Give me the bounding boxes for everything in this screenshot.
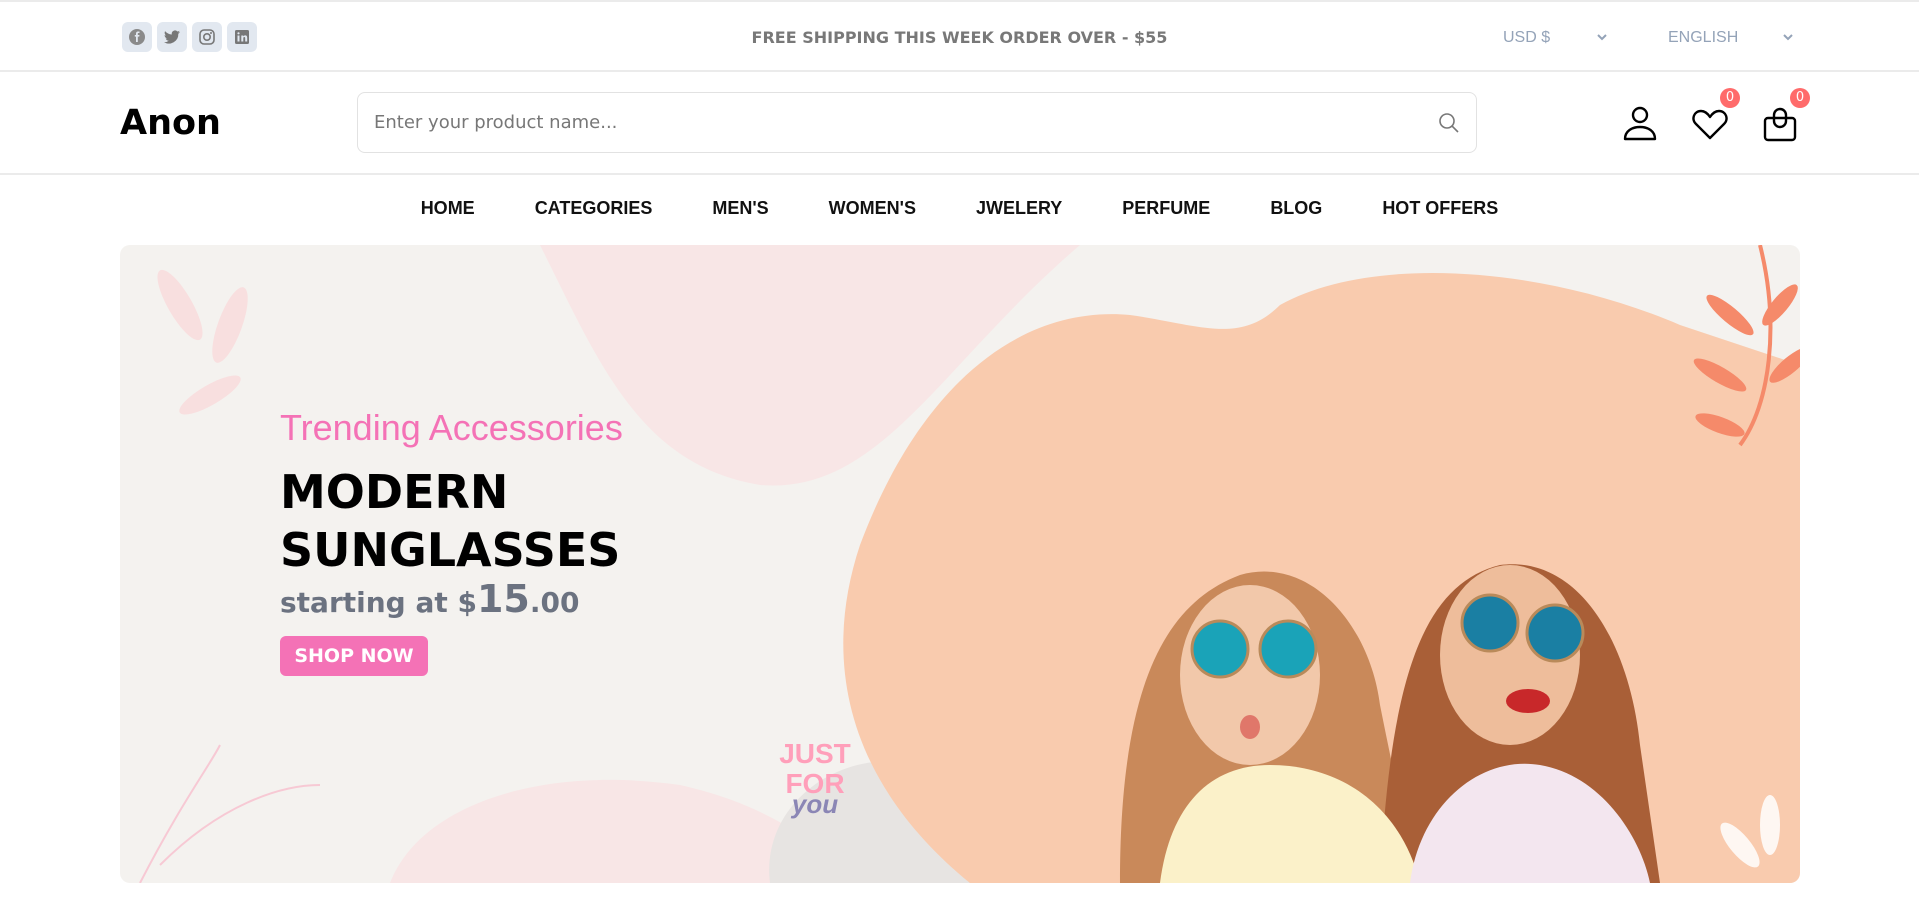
- nav-mens[interactable]: MEN'S: [712, 198, 768, 219]
- language-select[interactable]: ENGLISH: [1668, 29, 1738, 47]
- divider: [0, 173, 1919, 175]
- chevron-down-icon[interactable]: [1595, 30, 1609, 44]
- nav-womens[interactable]: WOMEN'S: [829, 198, 916, 219]
- top-bar: FREE SHIPPING THIS WEEK ORDER OVER - $55…: [0, 0, 1919, 72]
- nav-home[interactable]: HOME: [421, 198, 475, 219]
- heart-icon[interactable]: [1690, 103, 1730, 143]
- user-icon[interactable]: [1620, 103, 1660, 143]
- banner-price: starting at $15.00: [280, 577, 579, 621]
- nav-hot-offers[interactable]: HOT OFFERS: [1382, 198, 1498, 219]
- search-box: [357, 92, 1477, 153]
- logo[interactable]: Anon: [120, 103, 221, 143]
- chevron-down-icon[interactable]: [1781, 30, 1795, 44]
- nav-perfume[interactable]: PERFUME: [1122, 198, 1210, 219]
- hero-banner: Trending Accessories MODERN SUNGLASSES s…: [120, 245, 1800, 883]
- price-prefix: starting at $: [280, 586, 477, 619]
- price-cents: .00: [529, 586, 580, 619]
- shopping-bag-icon[interactable]: [1760, 103, 1800, 143]
- currency-select[interactable]: USD $: [1503, 29, 1550, 47]
- main-nav: HOME CATEGORIES MEN'S WOMEN'S JWELERY PE…: [0, 198, 1919, 219]
- price-main: 15: [476, 577, 530, 621]
- wishlist-count-badge: 0: [1720, 88, 1740, 108]
- banner-subtitle: Trending Accessories: [280, 407, 623, 448]
- stamp-line: JUST: [779, 738, 851, 769]
- shop-now-button[interactable]: SHOP NOW: [280, 636, 428, 676]
- nav-blog[interactable]: BLOG: [1270, 198, 1322, 219]
- stamp-line: you: [791, 789, 839, 819]
- shipping-announcement: FREE SHIPPING THIS WEEK ORDER OVER - $55: [751, 28, 1168, 47]
- nav-categories[interactable]: CATEGORIES: [535, 198, 653, 219]
- search-icon[interactable]: [1438, 112, 1460, 134]
- banner-title: MODERN SUNGLASSES: [280, 465, 621, 577]
- just-for-you-stamp: JUST FOR you: [770, 738, 860, 820]
- cart-count-badge: 0: [1790, 88, 1810, 108]
- search-input[interactable]: [358, 93, 1408, 152]
- nav-jewelry[interactable]: JWELERY: [976, 198, 1062, 219]
